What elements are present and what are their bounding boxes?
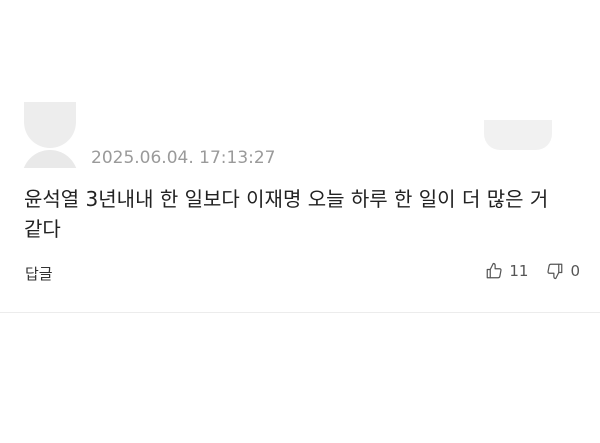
thumbs-down-icon [547,263,563,280]
avatar-head-shape [24,102,76,148]
dislike-button[interactable]: 0 [546,262,580,280]
comment-card: 2025.06.04. 17:13:27 윤석열 3년내내 한 일보다 이재명 … [0,0,600,443]
avatar[interactable] [22,102,78,168]
more-menu-button[interactable] [484,120,552,150]
reaction-bar: 11 0 [485,262,580,280]
comment-text: 윤석열 3년내내 한 일보다 이재명 오늘 하루 한 일이 더 많은 거 같다 [24,187,549,241]
like-count: 11 [509,262,529,280]
like-button[interactable]: 11 [485,262,528,280]
reply-button[interactable]: 답글 [25,264,53,284]
avatar-shoulders-shape [22,150,78,168]
comment-timestamp: 2025.06.04. 17:13:27 [91,148,276,168]
dislike-count: 0 [570,262,580,280]
divider [0,312,600,313]
thumbs-up-icon [487,262,502,279]
